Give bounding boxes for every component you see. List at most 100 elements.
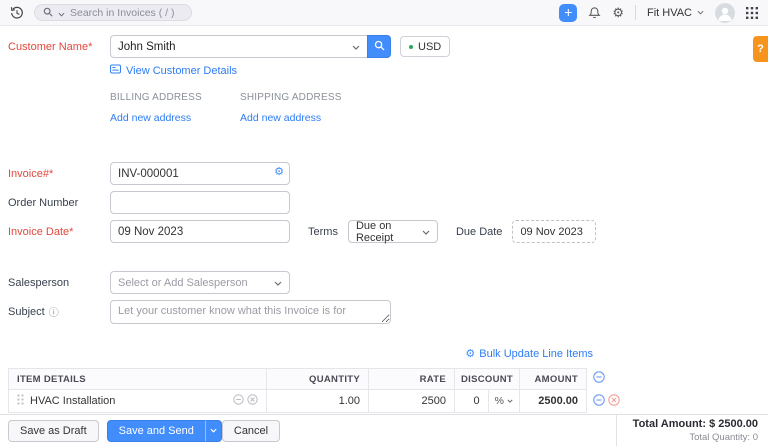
- bulk-update-gear-icon: ⚙: [465, 347, 476, 360]
- topbar-divider: [634, 5, 636, 20]
- topbar: + ⚙ Fit HVAC: [0, 0, 768, 26]
- drag-handle-icon[interactable]: [17, 394, 24, 408]
- global-search[interactable]: [34, 4, 192, 21]
- total-amount-label: Total Amount:: [632, 418, 706, 430]
- line-items-table: ITEM DETAILS QUANTITY RATE DISCOUNT AMOU…: [8, 368, 628, 413]
- search-input[interactable]: [70, 6, 182, 19]
- table-row: HVAC Installation 1.00 2500 0 % 2500.00: [8, 390, 628, 413]
- discount-unit-select[interactable]: %: [487, 390, 519, 412]
- quantity-cell[interactable]: 1.00: [266, 390, 368, 412]
- subject-label: Subject: [8, 305, 45, 318]
- col-discount: DISCOUNT: [454, 369, 519, 389]
- invoice-number-input[interactable]: [110, 162, 290, 185]
- col-quantity: QUANTITY: [266, 369, 368, 389]
- view-customer-details-link[interactable]: View Customer Details: [110, 64, 237, 77]
- rate-cell[interactable]: 2500: [368, 390, 454, 412]
- due-date-label: Due Date: [455, 225, 503, 238]
- order-number-label: Order Number: [8, 196, 79, 209]
- billing-address-block: BILLING ADDRESS Add new address: [110, 92, 240, 124]
- customer-name-label: Customer Name*: [8, 40, 93, 53]
- invoice-number-row: Invoice#* ⚙: [8, 162, 760, 185]
- col-item-details: ITEM DETAILS: [17, 373, 86, 385]
- discount-value[interactable]: 0: [455, 395, 488, 407]
- discount-cell: 0 %: [454, 390, 519, 412]
- settings-gear-icon[interactable]: ⚙: [612, 6, 624, 19]
- save-and-send-split-button: Save and Send: [106, 419, 222, 442]
- salesperson-placeholder: Select or Add Salesperson: [118, 276, 248, 289]
- topbar-right: + ⚙ Fit HVAC: [559, 2, 758, 23]
- chevron-down-icon: [422, 226, 430, 238]
- invoice-date-label: Invoice Date*: [8, 225, 74, 238]
- bulk-update-link[interactable]: ⚙ Bulk Update Line Items: [465, 348, 593, 360]
- discount-unit: %: [494, 395, 504, 407]
- invoice-number-settings-gear-icon[interactable]: ⚙: [274, 167, 284, 178]
- order-number-input[interactable]: [110, 191, 290, 214]
- invoice-number-wrap: ⚙: [110, 162, 290, 185]
- order-number-row: Order Number: [8, 191, 760, 214]
- total-quantity-value: 0: [752, 432, 758, 443]
- customer-row: Customer Name* John Smith USD: [8, 35, 760, 58]
- invoice-details-section: Invoice#* ⚙ Order Number Invoice Date* T…: [8, 162, 760, 244]
- plus-icon: +: [564, 3, 573, 20]
- row-minus-circle-icon[interactable]: [593, 393, 605, 411]
- view-customer-details-label: View Customer Details: [126, 64, 238, 77]
- table-header-row: ITEM DETAILS QUANTITY RATE DISCOUNT AMOU…: [8, 368, 628, 390]
- table-columns-settings-icon[interactable]: [593, 370, 605, 388]
- bulk-update-label: Bulk Update Line Items: [479, 348, 593, 360]
- total-amount-value: $ 2500.00: [709, 418, 758, 430]
- chevron-down-icon: [274, 277, 282, 289]
- amount-cell: 2500.00: [519, 390, 586, 412]
- save-and-send-button[interactable]: Save and Send: [106, 419, 205, 442]
- total-quantity-label: Total Quantity:: [689, 432, 751, 443]
- item-minus-circle-icon[interactable]: [233, 394, 244, 408]
- item-clear-circle-icon[interactable]: [247, 394, 258, 408]
- subject-row: Subject ⓘ: [8, 300, 760, 324]
- item-details-cell[interactable]: HVAC Installation: [9, 390, 266, 412]
- salesperson-row: Salesperson Select or Add Salesperson: [8, 271, 760, 294]
- info-icon: ⓘ: [48, 308, 59, 319]
- shipping-address-block: SHIPPING ADDRESS Add new address: [240, 92, 370, 124]
- bulk-update-row: ⚙ Bulk Update Line Items: [8, 348, 593, 360]
- customer-name-value: John Smith: [118, 40, 176, 53]
- invoice-form: Customer Name* John Smith USD View Custo…: [0, 26, 768, 413]
- apps-grid-icon[interactable]: [746, 6, 758, 19]
- save-and-send-dropdown[interactable]: [204, 419, 222, 442]
- invoice-date-row: Invoice Date* Terms Due on Receipt Due D…: [8, 219, 760, 244]
- billing-address-heading: BILLING ADDRESS: [110, 92, 202, 103]
- subject-textarea[interactable]: [110, 300, 391, 324]
- subject-label-wrap: Subject ⓘ: [8, 300, 110, 320]
- terms-label: Terms: [308, 225, 338, 238]
- question-icon: ?: [757, 43, 764, 55]
- customer-search-button[interactable]: [367, 35, 391, 58]
- org-selector[interactable]: Fit HVAC: [647, 7, 704, 19]
- cancel-button[interactable]: Cancel: [221, 419, 281, 442]
- notifications-bell-icon[interactable]: [588, 6, 601, 20]
- invoice-number-label: Invoice#*: [8, 167, 54, 180]
- help-tab[interactable]: ?: [753, 36, 768, 62]
- due-date-input[interactable]: [512, 220, 597, 243]
- search-icon: [374, 38, 385, 56]
- terms-value: Due on Receipt: [355, 219, 394, 244]
- invoice-date-input[interactable]: [110, 220, 290, 243]
- billing-add-address-link[interactable]: Add new address: [110, 112, 191, 124]
- salesperson-select[interactable]: Select or Add Salesperson: [110, 271, 290, 294]
- currency-icon: [409, 44, 413, 49]
- search-scope-chevron-icon[interactable]: [58, 4, 65, 22]
- history-icon[interactable]: [10, 6, 24, 20]
- save-as-draft-button[interactable]: Save as Draft: [8, 419, 99, 442]
- col-rate: RATE: [368, 369, 454, 389]
- currency-selector[interactable]: USD: [400, 36, 451, 57]
- item-name: HVAC Installation: [30, 395, 116, 407]
- search-icon: [43, 4, 53, 22]
- row-delete-icon[interactable]: [608, 393, 620, 411]
- shipping-add-address-link[interactable]: Add new address: [240, 112, 321, 124]
- org-name: Fit HVAC: [646, 6, 692, 19]
- customer-name-select[interactable]: John Smith: [110, 35, 367, 58]
- col-amount: AMOUNT: [519, 369, 586, 389]
- salesperson-label: Salesperson: [8, 276, 70, 289]
- customer-details-icon: [110, 64, 121, 77]
- terms-select[interactable]: Due on Receipt: [347, 219, 438, 244]
- user-avatar[interactable]: [715, 2, 735, 23]
- quick-create-button[interactable]: +: [559, 3, 578, 22]
- shipping-address-heading: SHIPPING ADDRESS: [240, 92, 342, 103]
